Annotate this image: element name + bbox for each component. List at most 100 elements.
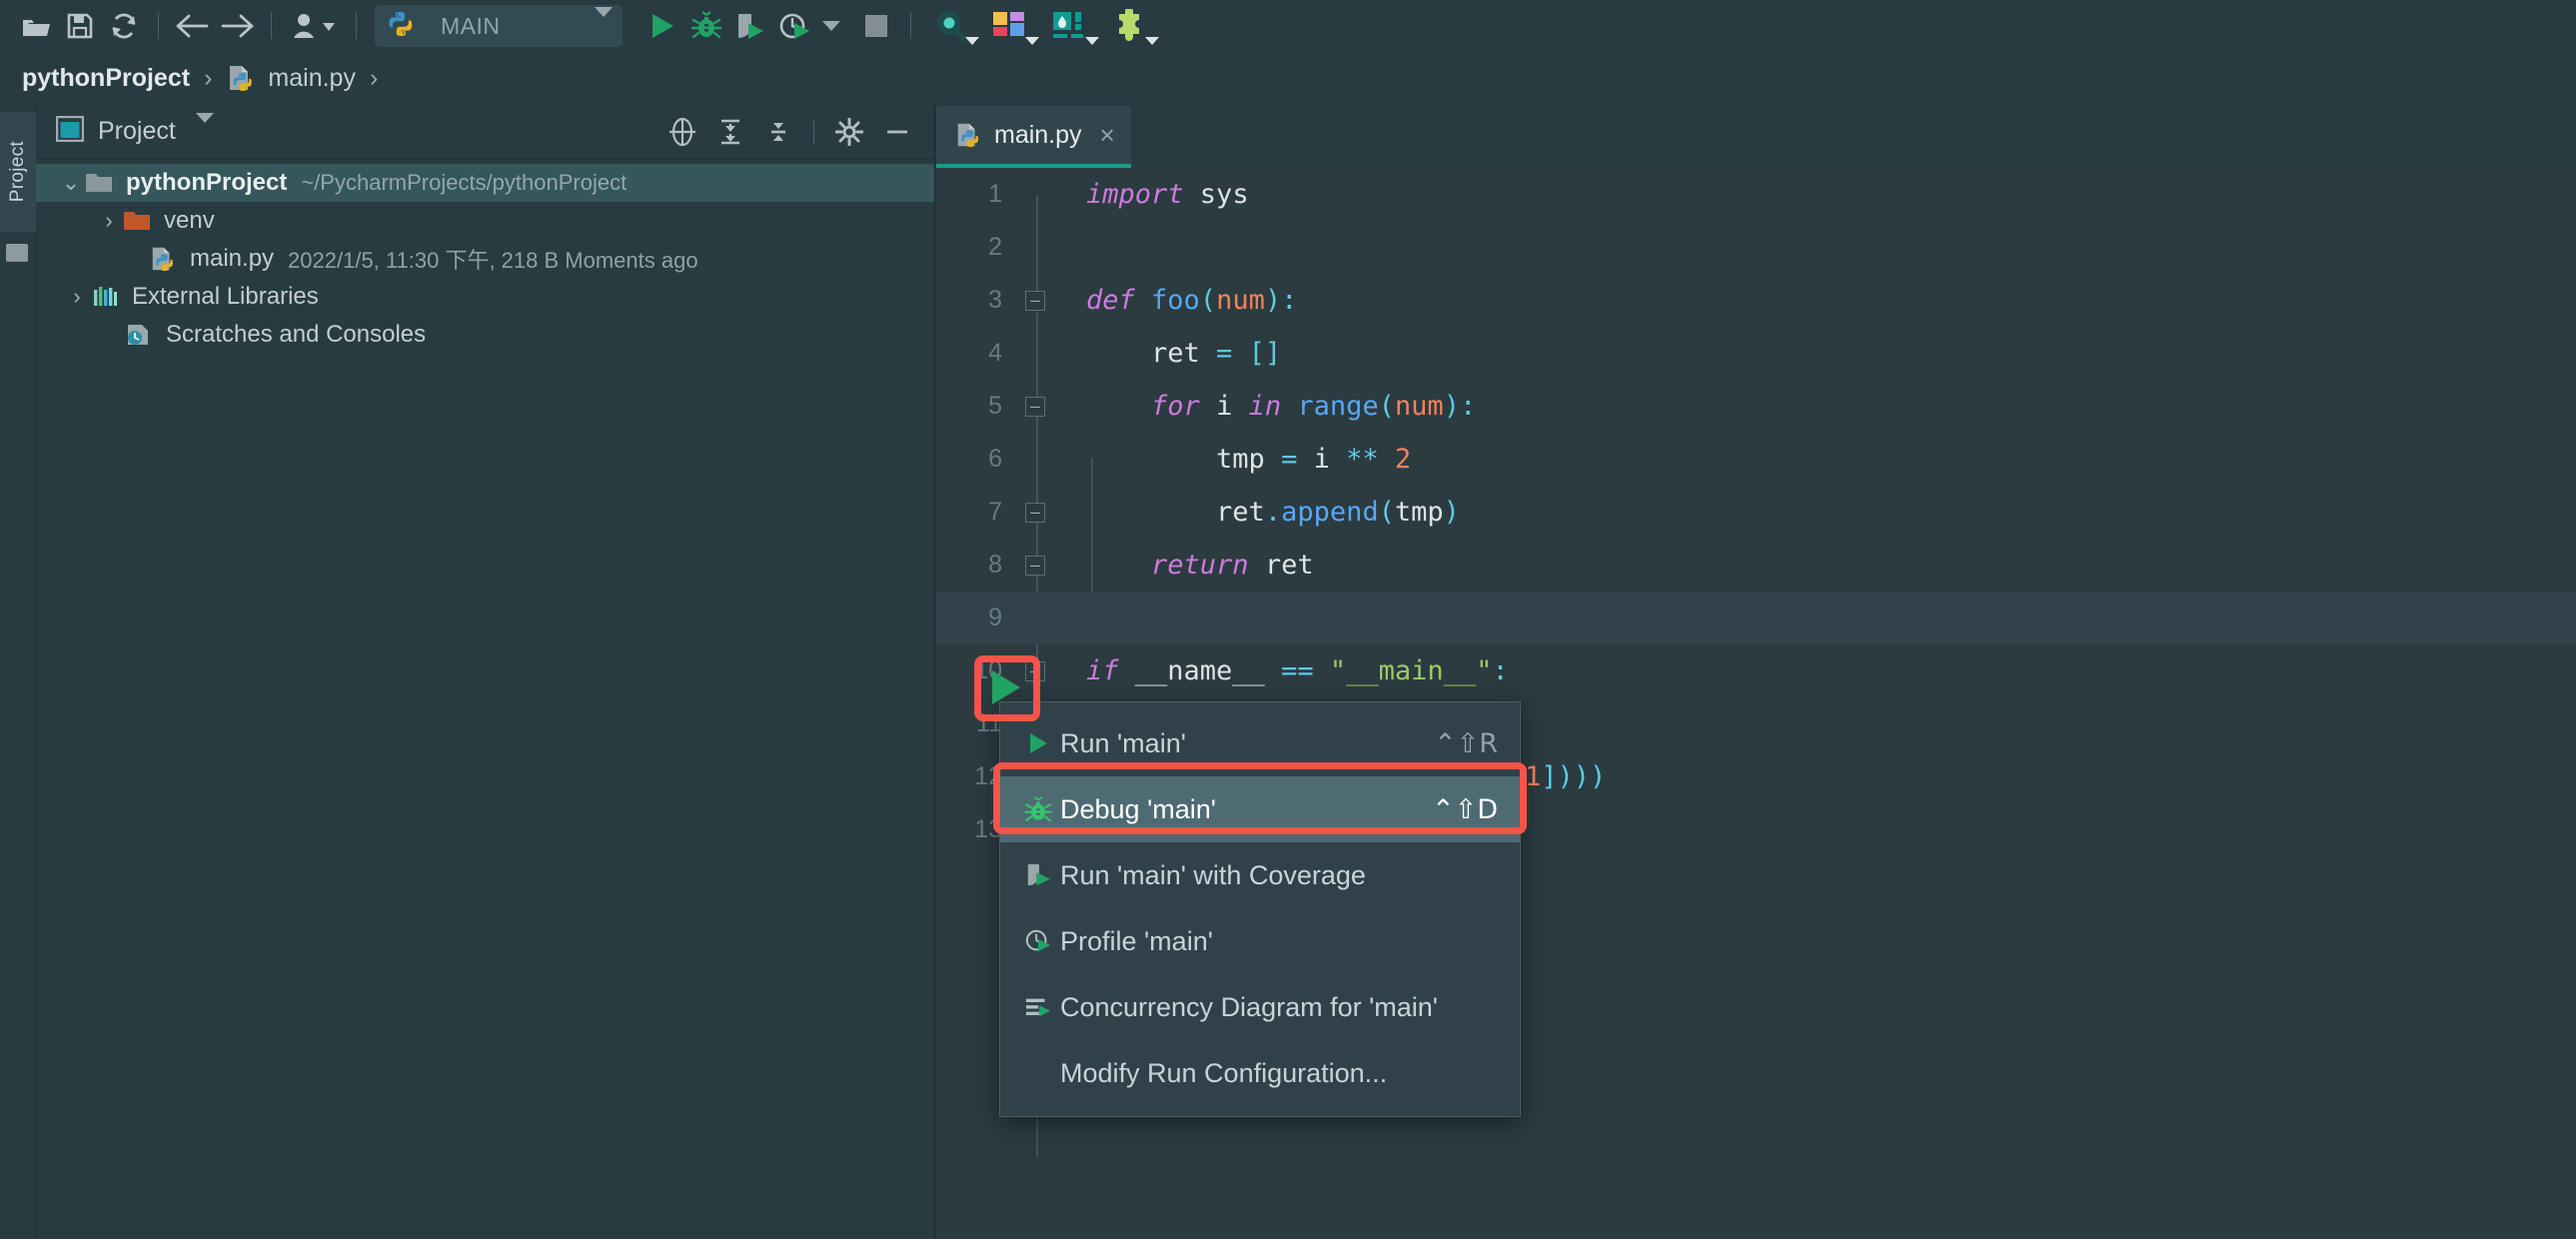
context-menu-item-coverage[interactable]: Run 'main' with Coverage [1000,842,1520,908]
line-number: 8 [988,551,1002,579]
database-icon[interactable] [1039,4,1099,48]
chevron-down-icon[interactable] [595,7,613,35]
code-line: 2 [936,221,2576,274]
toolbar-divider-2 [271,13,272,39]
folder-orange-icon [122,206,152,236]
python-file-icon [387,10,415,43]
plugins-icon[interactable] [1099,4,1159,48]
back-arrow-icon[interactable] [171,4,215,48]
breadcrumb-project[interactable]: pythonProject [22,64,190,93]
tree-row[interactable]: Scratches and Consoles [36,316,934,354]
sync-icon[interactable] [102,4,146,48]
context-menu-item-label: Profile 'main' [1060,925,1213,956]
profile-button[interactable] [772,4,816,48]
context-menu-item-label: Run 'main' [1060,727,1186,758]
project-panel-title: Project [98,117,176,145]
layout-icon[interactable] [979,4,1039,48]
close-icon[interactable]: × [1100,120,1115,151]
context-menu-item-shortcut: ⌃⇧D [1431,793,1498,825]
line-number: 6 [988,445,1002,473]
context-menu-item-modify-config[interactable]: Modify Run Configuration... [1000,1040,1520,1106]
select-opened-file-icon[interactable] [661,111,703,153]
project-tree: ⌄ pythonProject ~/PycharmProjects/python… [36,160,934,354]
chevron-right-icon[interactable]: › [96,208,122,234]
toolbar-divider-3 [356,13,357,39]
scratches-icon [124,320,154,350]
fold-toggle-icon[interactable]: – [1025,290,1045,311]
main-toolbar: MAIN [0,0,2576,52]
tree-item-label: venv [164,207,215,234]
code-line-current: 9 [936,592,2576,644]
debug-button[interactable] [684,4,728,48]
code-line: 4 ret = [] [936,327,2576,380]
line-number: 12 [974,762,1002,790]
editor-tab-label: main.py [994,120,1082,149]
run-button[interactable] [641,4,684,48]
code-line-text: if __name__ == "__main__": [1086,655,1509,686]
line-number: 3 [988,286,1002,314]
user-vcs-icon[interactable] [284,4,344,48]
run-context-menu: Run 'main' ⌃⇧R Debug 'main' ⌃⇧D Run 'mai… [999,701,1521,1117]
strip-structure-icon[interactable] [6,244,28,262]
run-configuration-selector[interactable]: MAIN [375,5,623,47]
settings-gear-icon[interactable] [828,111,870,153]
gutter-mark: – [1002,290,1068,311]
save-icon[interactable] [58,4,102,48]
context-menu-item-debug[interactable]: Debug 'main' ⌃⇧D [1000,776,1520,842]
chevron-down-icon[interactable]: ⌄ [58,170,84,196]
chevron-down-icon[interactable] [195,112,214,141]
hide-panel-icon[interactable] [876,111,918,153]
python-file-icon [148,244,178,274]
project-panel-tools [661,111,918,153]
fold-toggle-icon[interactable]: – [1025,555,1045,576]
gutter-mark: – [1002,555,1068,576]
panel-tool-divider [813,118,814,145]
concurrency-icon [1016,994,1060,1020]
search-everywhere-icon[interactable] [923,4,979,48]
context-menu-item-concurrency[interactable]: Concurrency Diagram for 'main' [1000,974,1520,1040]
open-folder-icon[interactable] [14,4,58,48]
breadcrumb: pythonProject › main.py › [0,52,2576,104]
editor-tab-main-py[interactable]: main.py × [936,106,1131,168]
project-panel: Project ⌄ pythonProject ~/PycharmProject… [36,104,935,1239]
breadcrumb-separator-2: › [369,63,379,92]
expand-all-icon[interactable] [709,111,751,153]
chevron-right-icon[interactable]: › [64,284,90,310]
fold-toggle-icon[interactable]: – [1025,502,1045,523]
toolbar-divider [158,13,159,39]
context-menu-item-run[interactable]: Run 'main' ⌃⇧R [1000,710,1520,776]
gutter-run-arrow-icon[interactable] [992,670,1020,704]
strip-tab-project[interactable]: Project [0,112,36,232]
coverage-icon [1016,862,1060,888]
line-number: 5 [988,392,1002,420]
pycharm-window: MAIN pythonProject › main.py › Project P… [0,0,2576,1239]
line-number: 2 [988,233,1002,261]
tree-row[interactable]: › External Libraries [36,278,934,316]
run-with-coverage-button[interactable] [728,4,772,48]
context-menu-item-shortcut: ⌃⇧R [1433,727,1498,759]
code-line: 5 – for i in range(num): [936,380,2576,433]
profile-icon [1016,928,1060,954]
tree-row[interactable]: main.py 2022/1/5, 11:30 下午, 218 B Moment… [36,240,934,278]
tree-row[interactable]: › venv [36,202,934,240]
stop-button[interactable] [854,4,898,48]
code-line: 7 – ret.append(tmp) [936,486,2576,539]
editor-tabbar: main.py × [936,104,2576,168]
toolbar-divider-4 [910,13,911,39]
tree-row[interactable]: ⌄ pythonProject ~/PycharmProjects/python… [36,164,934,202]
tree-item-label: pythonProject [126,169,288,196]
forward-arrow-icon[interactable] [215,4,259,48]
context-menu-item-label: Concurrency Diagram for 'main' [1060,991,1438,1022]
line-number: 7 [988,498,1002,526]
code-line: 1 import sys [936,168,2576,221]
profile-dropdown-icon[interactable] [816,4,846,48]
code-line: 3 – def foo(num): [936,274,2576,327]
folder-icon [84,168,114,198]
breadcrumb-file[interactable]: main.py [268,64,356,93]
code-line-text: return ret [1151,550,1314,581]
fold-toggle-icon[interactable]: – [1025,396,1045,417]
left-tool-strip: Project [0,104,36,1239]
fold-toggle-icon[interactable]: – [1025,660,1045,681]
collapse-all-icon[interactable] [757,111,799,153]
context-menu-item-profile[interactable]: Profile 'main' [1000,908,1520,974]
